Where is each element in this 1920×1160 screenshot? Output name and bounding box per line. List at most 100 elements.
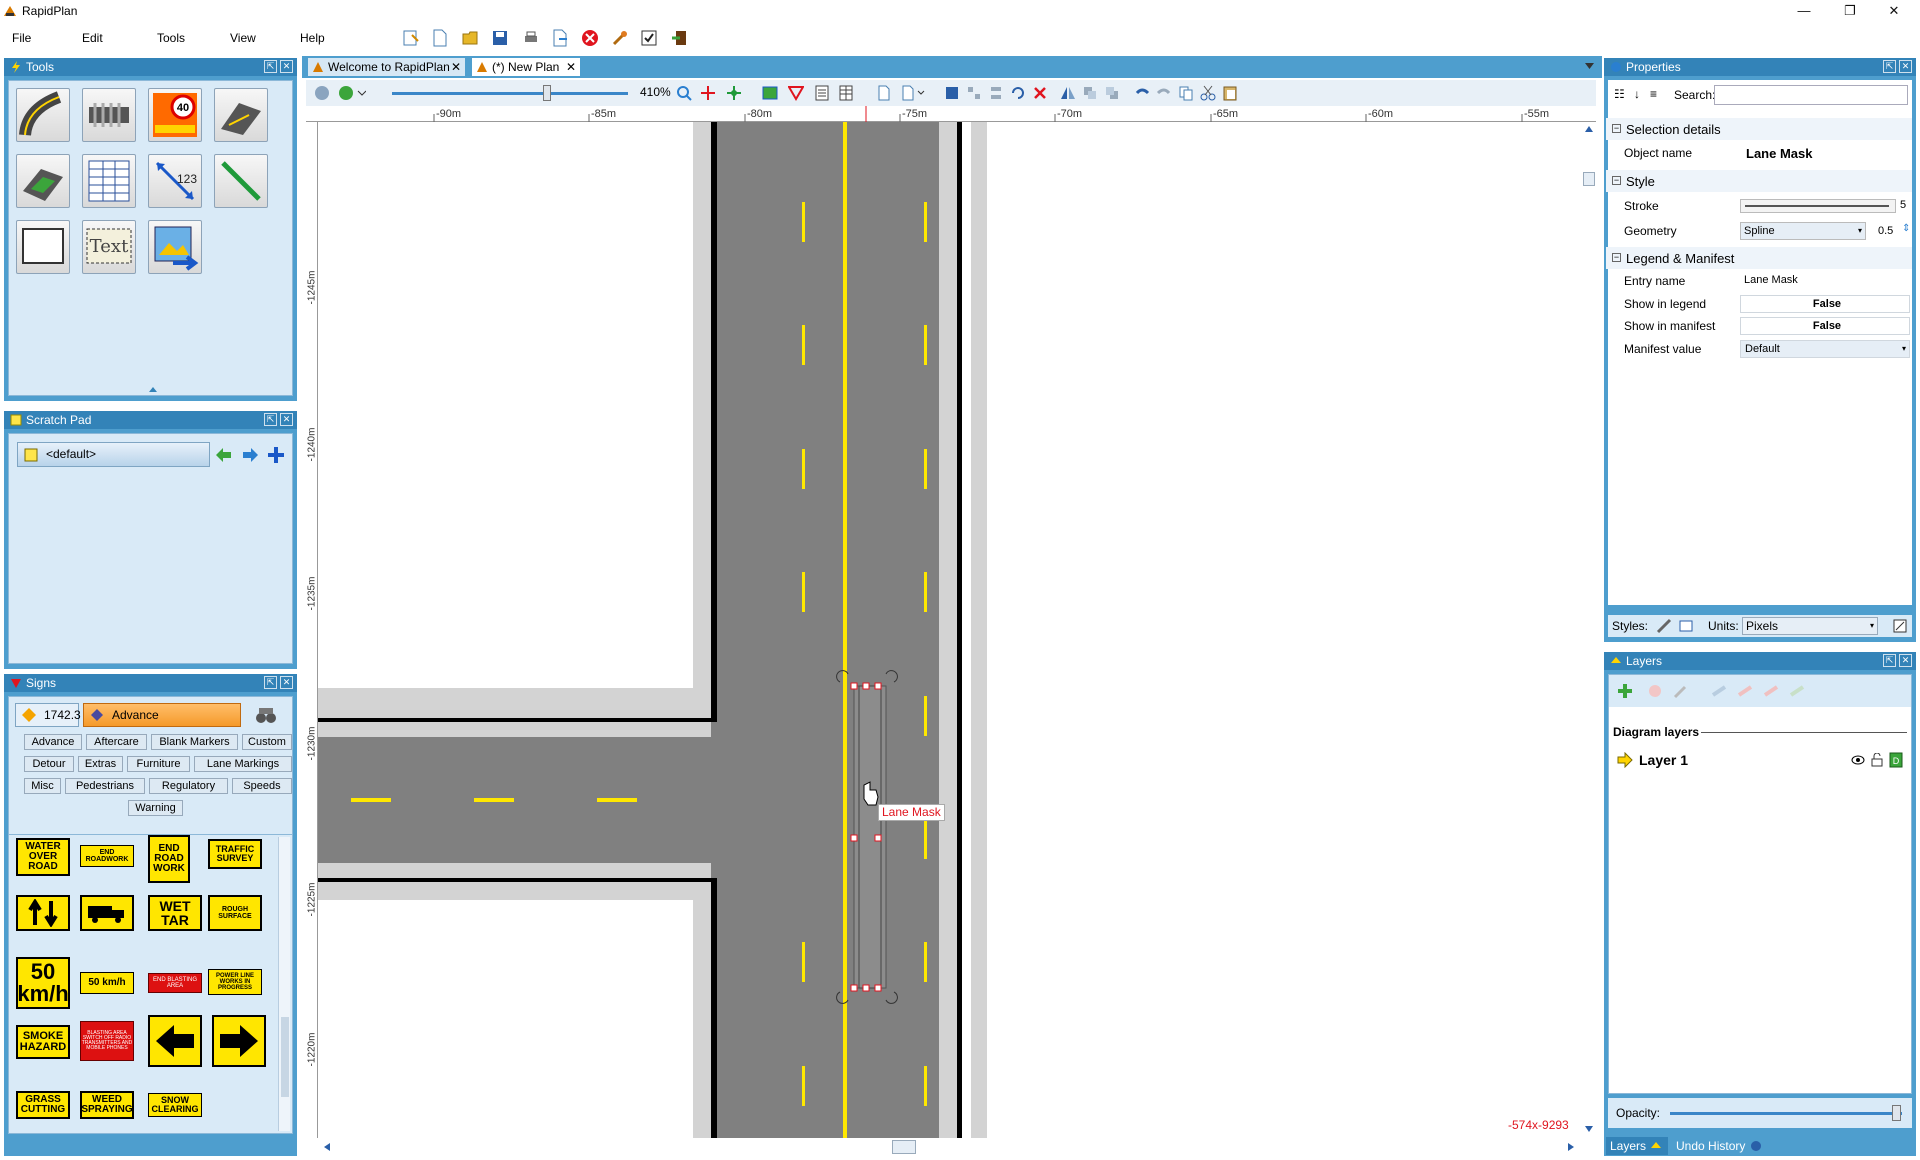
signs-scrollbar[interactable] bbox=[278, 837, 290, 1131]
scroll-right-icon[interactable] bbox=[1568, 1143, 1574, 1151]
close-panel-icon[interactable]: ✕ bbox=[280, 60, 293, 73]
properties-search-input[interactable] bbox=[1714, 85, 1908, 105]
filter-misc[interactable]: Misc bbox=[24, 778, 61, 794]
edit-layer-icon[interactable] bbox=[1673, 683, 1689, 699]
canvas-vscrollbar[interactable] bbox=[1582, 122, 1596, 1138]
measure-tool-button[interactable]: 123 bbox=[148, 154, 202, 208]
tab-new-plan[interactable]: (*) New Plan ✕ bbox=[472, 58, 580, 76]
text-tool-button[interactable]: Text bbox=[82, 220, 136, 274]
grid-icon[interactable] bbox=[838, 85, 854, 101]
tab-layers[interactable]: Layers bbox=[1606, 1137, 1668, 1155]
sign-rough-surface[interactable]: ROUGH SURFACE bbox=[208, 895, 262, 931]
print-icon[interactable] bbox=[522, 29, 540, 47]
globe-icon[interactable] bbox=[314, 85, 330, 101]
road-tool-button[interactable] bbox=[16, 88, 70, 142]
ungroup-icon[interactable] bbox=[966, 85, 982, 101]
close-panel-icon[interactable]: ✕ bbox=[280, 413, 293, 426]
sort-alpha-icon[interactable]: ↓ bbox=[1634, 87, 1640, 101]
opacity-slider-track[interactable] bbox=[1670, 1112, 1902, 1115]
filter-speeds[interactable]: Speeds bbox=[232, 778, 292, 794]
filter-pedestrians[interactable]: Pedestrians bbox=[65, 778, 145, 794]
scroll-left-icon[interactable] bbox=[324, 1143, 330, 1151]
open-folder-icon[interactable] bbox=[461, 29, 479, 47]
sign-weed-spraying[interactable]: WEED SPRAYING bbox=[80, 1091, 134, 1119]
filter-advance[interactable]: Advance bbox=[24, 734, 82, 750]
sign-end-road-work[interactable]: END ROAD WORK bbox=[148, 835, 190, 883]
sign-traffic-survey[interactable]: TRAFFIC SURVEY bbox=[208, 839, 262, 869]
lane-tool-button[interactable] bbox=[214, 88, 268, 142]
menu-tools[interactable]: Tools bbox=[157, 31, 185, 45]
tools-icon[interactable] bbox=[611, 29, 629, 47]
exit-icon[interactable] bbox=[670, 29, 688, 47]
table-tool-button[interactable] bbox=[82, 154, 136, 208]
scroll-down-icon[interactable] bbox=[1585, 1126, 1593, 1132]
group-icon[interactable] bbox=[944, 85, 960, 101]
section-style[interactable]: − Style bbox=[1606, 170, 1912, 192]
sort-category-icon[interactable]: ☷ bbox=[1614, 87, 1625, 101]
move-layer-bottom-icon[interactable] bbox=[1789, 683, 1805, 699]
checklist-icon[interactable] bbox=[640, 29, 658, 47]
filter-lane-markings[interactable]: Lane Markings bbox=[194, 756, 292, 772]
pin-icon[interactable]: ⇱ bbox=[264, 413, 277, 426]
zoom-icon[interactable] bbox=[676, 85, 692, 101]
filter-icon[interactable] bbox=[788, 85, 804, 101]
restore-button[interactable]: ❐ bbox=[1832, 2, 1868, 22]
section-selection-details[interactable]: − Selection details bbox=[1606, 118, 1912, 140]
send-back-icon[interactable] bbox=[1104, 85, 1120, 101]
sign-end-roadwork[interactable]: END ROADWORK bbox=[80, 845, 134, 867]
tab-close-icon[interactable]: ✕ bbox=[451, 58, 461, 76]
delete-icon[interactable] bbox=[1032, 85, 1048, 101]
flip-icon[interactable] bbox=[1060, 85, 1076, 101]
standard-selector[interactable]: 1742.3 bbox=[15, 703, 81, 727]
pin-icon[interactable]: ⇱ bbox=[1883, 60, 1896, 73]
new-document-icon[interactable] bbox=[431, 29, 449, 47]
canvas-hscroll-thumb[interactable] bbox=[892, 1140, 916, 1154]
properties-list-icon[interactable]: ≡ bbox=[1650, 87, 1657, 101]
opacity-slider-thumb[interactable] bbox=[1892, 1105, 1901, 1121]
move-layer-down-icon[interactable] bbox=[1763, 683, 1779, 699]
pin-icon[interactable]: ⇱ bbox=[264, 60, 277, 73]
menu-edit[interactable]: Edit bbox=[82, 31, 103, 45]
move-layer-top-icon[interactable] bbox=[1711, 683, 1727, 699]
menu-view[interactable]: View bbox=[230, 31, 256, 45]
style-manager-icon[interactable] bbox=[1678, 618, 1694, 634]
close-panel-icon[interactable]: ✕ bbox=[280, 676, 293, 689]
view-mode-icon[interactable] bbox=[338, 85, 366, 101]
align-icon[interactable] bbox=[988, 85, 1004, 101]
export-icon[interactable] bbox=[551, 29, 569, 47]
filter-regulatory[interactable]: Regulatory bbox=[149, 778, 228, 794]
copy-icon[interactable] bbox=[1178, 85, 1194, 101]
sign-wet-tar[interactable]: WET TAR bbox=[148, 895, 202, 931]
manifest-value-dropdown[interactable]: Default ▾ bbox=[1740, 340, 1910, 358]
pin-icon[interactable]: ⇱ bbox=[1883, 654, 1896, 667]
scratchpad-selector[interactable]: <default> bbox=[17, 442, 210, 467]
units-settings-icon[interactable] bbox=[1892, 618, 1908, 634]
close-window-button[interactable]: ✕ bbox=[1876, 2, 1912, 22]
object-name-value[interactable]: Lane Mask bbox=[1746, 146, 1812, 161]
sign-power-line-works[interactable]: POWER LINE WORKS IN PROGRESS bbox=[208, 969, 262, 995]
tab-close-icon[interactable]: ✕ bbox=[566, 58, 576, 76]
redo-icon[interactable] bbox=[1156, 85, 1172, 101]
open-wizard-icon[interactable] bbox=[402, 29, 420, 47]
save-icon[interactable] bbox=[491, 29, 509, 47]
category-selector[interactable]: Advance bbox=[83, 703, 241, 727]
close-panel-icon[interactable]: ✕ bbox=[1899, 654, 1912, 667]
sign-arrow-left[interactable] bbox=[148, 1015, 202, 1067]
geometry-tension[interactable]: 0.5 bbox=[1878, 225, 1893, 237]
stroke-slider[interactable] bbox=[1740, 199, 1896, 213]
geometry-dropdown[interactable]: Spline ▾ bbox=[1740, 222, 1866, 240]
filter-warning[interactable]: Warning bbox=[128, 800, 183, 816]
filter-aftercare[interactable]: Aftercare bbox=[86, 734, 147, 750]
minimize-button[interactable]: — bbox=[1786, 2, 1822, 22]
filter-furniture[interactable]: Furniture bbox=[127, 756, 190, 772]
sign-50-kmh-small[interactable]: 50 km/h bbox=[80, 972, 134, 994]
section-legend-manifest[interactable]: − Legend & Manifest bbox=[1606, 247, 1912, 269]
bring-front-icon[interactable] bbox=[1082, 85, 1098, 101]
sign-grass-cutting[interactable]: GRASS CUTTING bbox=[16, 1091, 70, 1119]
cut-icon[interactable] bbox=[1200, 85, 1216, 101]
tab-undo-history[interactable]: Undo History bbox=[1672, 1137, 1764, 1155]
entry-name-value[interactable]: Lane Mask bbox=[1744, 274, 1798, 286]
paste-icon[interactable] bbox=[1222, 85, 1238, 101]
signs-scroll-thumb[interactable] bbox=[281, 1017, 289, 1097]
show-manifest-toggle[interactable]: False bbox=[1740, 317, 1910, 335]
